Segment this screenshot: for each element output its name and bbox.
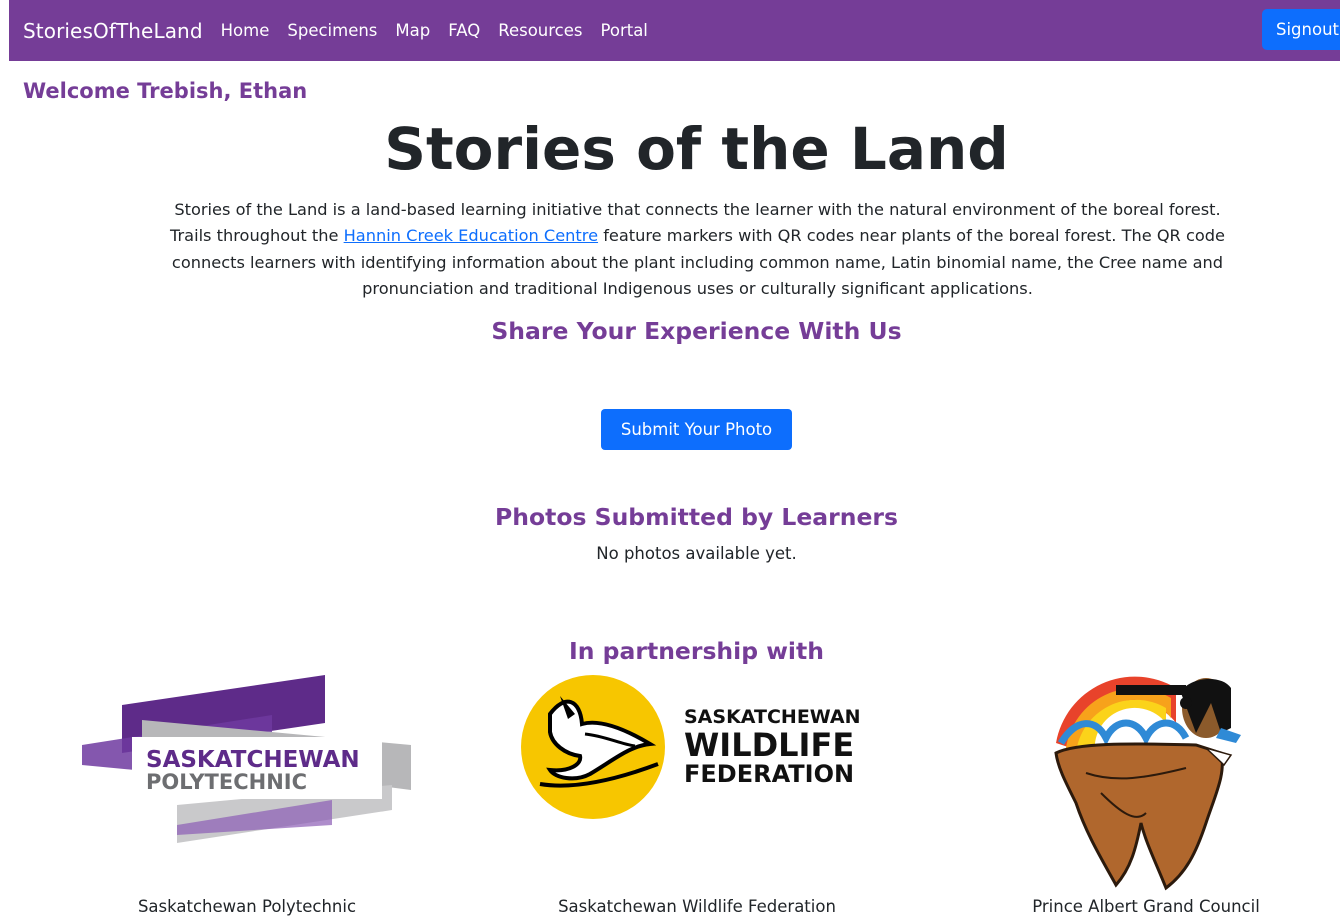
photos-heading: Photos Submitted by Learners [495, 503, 898, 531]
polytechnic-logo-line2: POLYTECHNIC [146, 770, 307, 794]
brand-link[interactable]: StoriesOfTheLand [23, 19, 203, 43]
nav-resources[interactable]: Resources [498, 21, 582, 40]
share-heading: Share Your Experience With Us [491, 317, 902, 345]
no-photos-message: No photos available yet. [596, 544, 797, 563]
nav-links: Home Specimens Map FAQ Resources Portal [221, 21, 666, 40]
wildlife-logo-line2: WILDLIFE [684, 726, 854, 764]
partner-name-pagc: Prince Albert Grand Council [1032, 897, 1260, 916]
top-navbar: StoriesOfTheLand Home Specimens Map FAQ … [9, 0, 1340, 61]
wildlife-logo-line1: SASKATCHEWAN [684, 706, 861, 728]
nav-specimens[interactable]: Specimens [287, 21, 377, 40]
nav-map[interactable]: Map [395, 21, 430, 40]
hannin-creek-link[interactable]: Hannin Creek Education Centre [344, 226, 598, 245]
page-title: Stories of the Land [384, 115, 1009, 183]
nav-portal[interactable]: Portal [600, 21, 647, 40]
partner-name-wildlife: Saskatchewan Wildlife Federation [558, 897, 836, 916]
submit-photo-button[interactable]: Submit Your Photo [601, 409, 792, 450]
nav-home[interactable]: Home [221, 21, 270, 40]
nav-faq[interactable]: FAQ [448, 21, 480, 40]
signout-button[interactable]: Signout [1262, 9, 1340, 50]
welcome-message: Welcome Trebish, Ethan [23, 79, 308, 103]
pagc-logo [1046, 673, 1246, 893]
intro-paragraph: Stories of the Land is a land-based lear… [155, 197, 1240, 302]
wildlife-federation-logo: SASKATCHEWAN WILDLIFE FEDERATION [520, 674, 880, 820]
saskpolytechnic-logo: SASKATCHEWAN POLYTECHNIC [82, 675, 412, 845]
partner-name-polytechnic: Saskatchewan Polytechnic [137, 897, 357, 916]
partnership-heading: In partnership with [569, 637, 824, 665]
wildlife-logo-line3: FEDERATION [684, 760, 854, 788]
